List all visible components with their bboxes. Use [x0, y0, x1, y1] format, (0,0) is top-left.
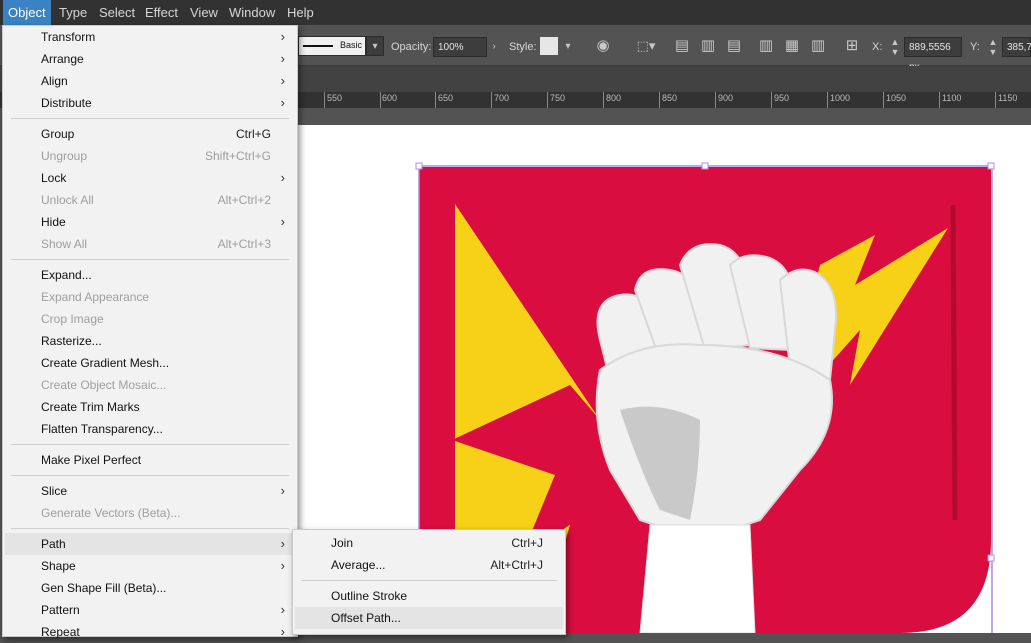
ruler-label: 900 [718, 93, 734, 103]
menu-view[interactable]: View [185, 0, 223, 25]
menu-item-ungroup[interactable]: Ungroup Shift+Ctrl+G [5, 145, 295, 167]
menu-item-show-all[interactable]: Show All Alt+Ctrl+3 [5, 233, 295, 255]
menu-item-average[interactable]: Average... Alt+Ctrl+J [295, 554, 563, 576]
stepper-icon[interactable]: ▲ ▼ [986, 37, 1000, 57]
menu-item-repeat[interactable]: Repeat › [5, 621, 295, 643]
menu-item-expand[interactable]: Expand... [5, 264, 295, 286]
style-swatch[interactable] [540, 37, 558, 55]
menu-item-pattern[interactable]: Pattern › [5, 599, 295, 621]
ruler-label: 1000 [830, 93, 851, 103]
chevron-right-icon: › [280, 602, 285, 617]
menu-item-make-pixel-perfect[interactable]: Make Pixel Perfect [5, 449, 295, 471]
align-top-icon[interactable]: ▥ [756, 36, 776, 56]
ruler-label: 650 [438, 93, 454, 103]
x-label: X: [872, 41, 883, 53]
menu-item-lock[interactable]: Lock › [5, 167, 295, 189]
menu-separator [11, 475, 289, 476]
menu-effect[interactable]: Effect [140, 0, 183, 25]
menu-item-offset-path[interactable]: Offset Path... [295, 607, 563, 629]
transform-icon[interactable]: ⬚▾ [632, 36, 660, 56]
menu-item-rasterize[interactable]: Rasterize... [5, 330, 295, 352]
menu-help[interactable]: Help [282, 0, 319, 25]
ruler-label: 600 [382, 93, 398, 103]
menu-separator [11, 259, 289, 260]
menu-item-unlock-all[interactable]: Unlock All Alt+Ctrl+2 [5, 189, 295, 211]
menu-item-outline-stroke[interactable]: Outline Stroke [295, 585, 563, 607]
menu-item-transform[interactable]: Transform › [5, 26, 295, 48]
ruler-label: 700 [494, 93, 510, 103]
chevron-right-icon: › [280, 29, 285, 44]
opacity-field[interactable]: 100% [433, 37, 487, 57]
chevron-right-icon: › [280, 73, 285, 88]
align-bottom-icon[interactable]: ▥ [808, 36, 828, 56]
menu-item-flatten-transparency[interactable]: Flatten Transparency... [5, 418, 295, 440]
menu-item-group[interactable]: Group Ctrl+G [5, 123, 295, 145]
menu-separator [301, 580, 557, 581]
menu-item-hide[interactable]: Hide › [5, 211, 295, 233]
menu-item-create-trim-marks[interactable]: Create Trim Marks [5, 396, 295, 418]
ruler-label: 950 [774, 93, 790, 103]
chevron-right-icon: › [280, 214, 285, 229]
brush-label: Basic [339, 40, 362, 50]
menu-item-crop-image[interactable]: Crop Image [5, 308, 295, 330]
path-submenu: Join Ctrl+J Average... Alt+Ctrl+J Outline … [292, 529, 566, 635]
align-center-icon[interactable]: ▥ [698, 36, 718, 56]
brush-stroke-preview[interactable]: Basic [298, 36, 366, 56]
ruler-label: 850 [662, 93, 678, 103]
ruler-label: 1050 [886, 93, 907, 103]
menu-item-expand-appearance[interactable]: Expand Appearance [5, 286, 295, 308]
menu-item-path[interactable]: Path › [5, 533, 295, 555]
chevron-right-icon: › [280, 558, 285, 573]
menu-item-distribute[interactable]: Distribute › [5, 92, 295, 114]
recolor-icon[interactable]: ◉ [592, 36, 614, 56]
menu-item-gen-shape-fill[interactable]: Gen Shape Fill (Beta)... [5, 577, 295, 599]
stepper-icon[interactable]: ▲ ▼ [888, 37, 902, 57]
menu-separator [11, 444, 289, 445]
menu-item-create-object-mosaic[interactable]: Create Object Mosaic... [5, 374, 295, 396]
chevron-right-icon[interactable]: › [487, 37, 501, 57]
menu-item-create-gradient-mesh[interactable]: Create Gradient Mesh... [5, 352, 295, 374]
chevron-right-icon: › [280, 95, 285, 110]
menu-type[interactable]: Type [54, 0, 92, 25]
ruler-label: 750 [550, 93, 566, 103]
menu-item-slice[interactable]: Slice › [5, 480, 295, 502]
menu-item-shape[interactable]: Shape › [5, 555, 295, 577]
menu-separator [11, 118, 289, 119]
menu-object[interactable]: Object [3, 0, 51, 25]
menu-bar: Object Type Select Effect View Window He… [0, 0, 1031, 25]
style-label: Style: [509, 41, 537, 53]
menu-window[interactable]: Window [224, 0, 280, 25]
ruler-label: 1150 [998, 93, 1018, 103]
chevron-right-icon: › [280, 483, 285, 498]
align-left-icon[interactable]: ▤ [672, 36, 692, 56]
chevron-down-icon[interactable]: ▾ [560, 37, 576, 57]
align-middle-icon[interactable]: ▦ [782, 36, 802, 56]
ruler-label: 550 [327, 93, 343, 103]
menu-separator [11, 528, 289, 529]
menu-item-generate-vectors[interactable]: Generate Vectors (Beta)... [5, 502, 295, 524]
chevron-right-icon: › [280, 170, 285, 185]
y-label: Y: [970, 41, 980, 53]
menu-item-align[interactable]: Align › [5, 70, 295, 92]
chevron-right-icon: › [280, 624, 285, 639]
chevron-down-icon[interactable]: ▾ [366, 36, 384, 56]
menu-select[interactable]: Select [94, 0, 140, 25]
object-menu: Transform › Arrange › Align › Distribute › G… [2, 25, 298, 639]
opacity-label: Opacity: [391, 41, 432, 53]
chevron-right-icon: › [280, 51, 285, 66]
menu-item-join[interactable]: Join Ctrl+J [295, 532, 563, 554]
ruler-label: 1100 [942, 93, 962, 103]
ruler-label: 800 [606, 93, 622, 103]
x-field[interactable]: 889,5556 px [904, 37, 962, 73]
menu-item-arrange[interactable]: Arrange › [5, 48, 295, 70]
reference-point-icon[interactable]: ⊞ [842, 36, 862, 56]
align-right-icon[interactable]: ▤ [724, 36, 744, 56]
y-field[interactable]: 385,7 [1002, 37, 1031, 57]
chevron-right-icon: › [280, 536, 285, 551]
